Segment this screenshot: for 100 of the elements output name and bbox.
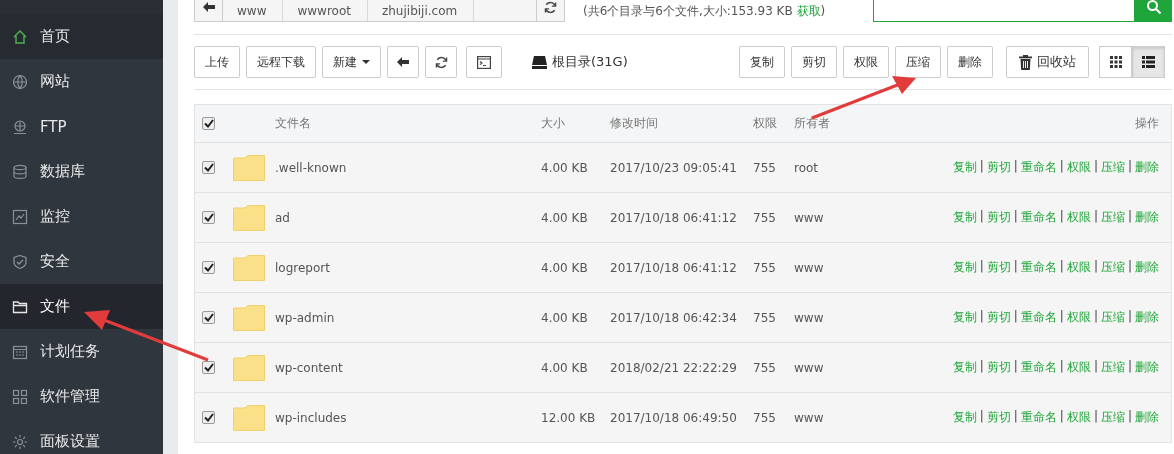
action-link[interactable]: 删除 (1135, 209, 1159, 226)
column-header: 权限 (753, 115, 778, 132)
sidebar-item[interactable]: 文件 (0, 284, 163, 329)
action-link[interactable]: 复制 (952, 359, 977, 376)
list-icon (1142, 56, 1155, 68)
action-link[interactable]: 重命名 (1020, 259, 1057, 276)
toolbar-button[interactable]: 权限 (843, 46, 889, 78)
sidebar-item[interactable]: 面板设置 (0, 419, 163, 454)
file-name[interactable]: ad (275, 210, 541, 225)
sidebar-item[interactable]: 首页 (0, 14, 163, 59)
separator: | (1059, 359, 1064, 375)
terminal-button[interactable] (466, 46, 502, 78)
toolbar-button[interactable]: 压缩 (895, 46, 941, 78)
checkbox[interactable] (202, 211, 215, 224)
file-name[interactable]: wp-content (275, 360, 541, 375)
separator: | (1093, 409, 1098, 425)
action-link[interactable]: 重命名 (1020, 409, 1057, 426)
shield-icon (12, 253, 28, 270)
action-link[interactable]: 压缩 (1100, 409, 1125, 426)
toolbar-button[interactable]: 上传 (194, 46, 240, 78)
file-name[interactable]: wp-includes (275, 410, 541, 425)
action-link[interactable]: 剪切 (986, 359, 1011, 376)
checkmark-icon (203, 163, 214, 172)
sidebar-item[interactable]: FTP (0, 104, 163, 149)
sidebar-item[interactable]: 安全 (0, 239, 163, 284)
action-link[interactable]: 重命名 (1020, 309, 1057, 326)
sidebar-item[interactable]: 软件管理 (0, 374, 163, 419)
breadcrumb-item[interactable]: zhujibiji.com (367, 0, 475, 21)
action-link[interactable]: 重命名 (1020, 209, 1057, 226)
list-view-button[interactable] (1132, 46, 1165, 78)
calendar-icon (12, 343, 28, 360)
separator: | (979, 409, 984, 425)
separator: | (1127, 359, 1132, 375)
action-link[interactable]: 剪切 (986, 159, 1011, 176)
action-link[interactable]: 删除 (1135, 409, 1159, 426)
separator: | (979, 259, 984, 275)
fetch-link[interactable]: 获取 (796, 4, 821, 18)
action-link[interactable]: 权限 (1066, 159, 1091, 176)
search-button[interactable] (1135, 0, 1172, 22)
refresh-button[interactable] (425, 46, 457, 78)
action-link[interactable]: 权限 (1066, 359, 1091, 376)
action-link[interactable]: 压缩 (1100, 359, 1125, 376)
action-link[interactable]: 权限 (1066, 309, 1091, 326)
toolbar-button[interactable]: 复制 (739, 46, 785, 78)
action-link[interactable]: 删除 (1135, 159, 1159, 176)
checkbox[interactable] (202, 117, 215, 130)
toolbar-button[interactable]: 剪切 (791, 46, 837, 78)
checkmark-icon (203, 213, 214, 222)
sidebar-item[interactable]: 数据库 (0, 149, 163, 194)
checkbox[interactable] (202, 261, 215, 274)
action-link[interactable]: 复制 (952, 309, 977, 326)
file-name[interactable]: logreport (275, 260, 541, 275)
new-dropdown-button[interactable]: 新建 (322, 46, 381, 78)
action-link[interactable]: 剪切 (986, 409, 1011, 426)
breadcrumb-item[interactable]: wwwroot (283, 0, 368, 21)
checkbox[interactable] (202, 411, 215, 424)
action-link[interactable]: 权限 (1066, 409, 1091, 426)
checkmark-icon (203, 119, 214, 128)
file-name[interactable]: .well-known (275, 160, 541, 175)
sidebar-item[interactable]: 监控 (0, 194, 163, 239)
action-link[interactable]: 压缩 (1100, 309, 1125, 326)
checkbox[interactable] (202, 361, 215, 374)
sidebar-item[interactable]: 计划任务 (0, 329, 163, 374)
action-link[interactable]: 复制 (952, 209, 977, 226)
file-size: 4.00 KB (541, 310, 589, 325)
action-link[interactable]: 剪切 (986, 209, 1011, 226)
action-link[interactable]: 剪切 (986, 259, 1011, 276)
permission: 755 (753, 360, 777, 375)
separator: | (1013, 159, 1018, 175)
action-link[interactable]: 剪切 (986, 309, 1011, 326)
breadcrumb-item[interactable]: www (223, 0, 284, 21)
action-link[interactable]: 权限 (1066, 259, 1091, 276)
permission: 755 (753, 410, 777, 425)
grid-view-button[interactable] (1099, 46, 1132, 78)
folder-icon (233, 354, 265, 381)
action-link[interactable]: 复制 (952, 259, 977, 276)
action-link[interactable]: 复制 (952, 159, 977, 176)
action-link[interactable]: 删除 (1135, 259, 1159, 276)
file-name[interactable]: wp-admin (275, 310, 541, 325)
action-link[interactable]: 删除 (1135, 359, 1159, 376)
action-link[interactable]: 权限 (1066, 209, 1091, 226)
separator: | (1013, 259, 1018, 275)
action-link[interactable]: 复制 (952, 409, 977, 426)
action-link[interactable]: 压缩 (1100, 259, 1125, 276)
separator: | (1013, 209, 1018, 225)
action-link[interactable]: 压缩 (1100, 209, 1125, 226)
toolbar-button[interactable]: 删除 (947, 46, 993, 78)
back-button[interactable] (387, 46, 419, 78)
action-link[interactable]: 删除 (1135, 309, 1159, 326)
recycle-bin-button[interactable]: 回收站 (1006, 46, 1089, 78)
search-field[interactable] (873, 0, 1135, 22)
file-size: 12.00 KB (541, 410, 597, 425)
action-link[interactable]: 压缩 (1100, 159, 1125, 176)
action-link[interactable]: 重命名 (1020, 159, 1057, 176)
checkbox[interactable] (202, 311, 215, 324)
checkbox[interactable] (202, 161, 215, 174)
toolbar-button[interactable]: 远程下载 (246, 46, 316, 78)
sidebar-item[interactable]: 网站 (0, 59, 163, 104)
drive-icon (532, 55, 547, 69)
action-link[interactable]: 重命名 (1020, 359, 1057, 376)
